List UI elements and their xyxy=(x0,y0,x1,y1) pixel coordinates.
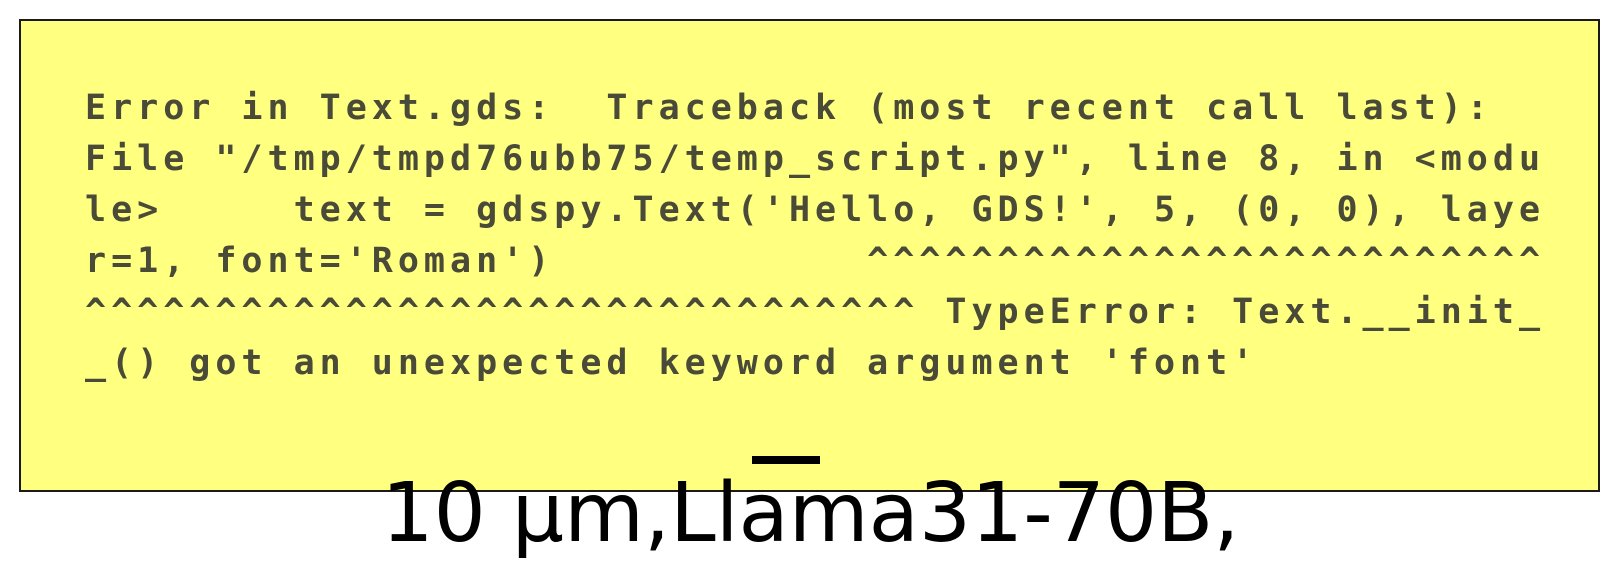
scale-label: 10 µm,Llama31-70B, xyxy=(381,466,1240,561)
error-message: Error in Text.gds: Traceback (most recen… xyxy=(85,88,1572,383)
render-canvas: Error in Text.gds: Traceback (most recen… xyxy=(0,0,1621,580)
scale-bar xyxy=(752,456,820,464)
error-panel: Error in Text.gds: Traceback (most recen… xyxy=(19,19,1600,492)
